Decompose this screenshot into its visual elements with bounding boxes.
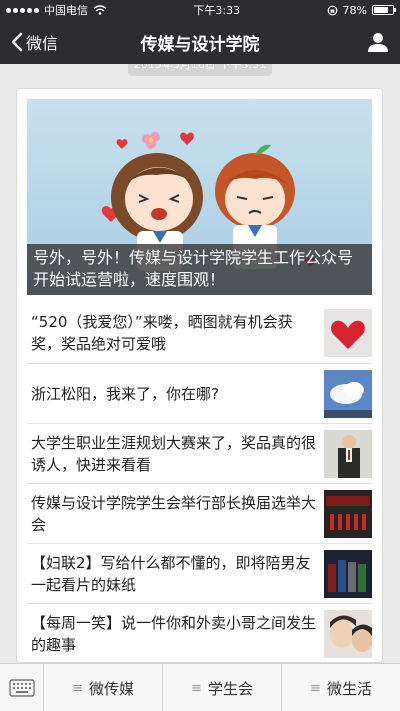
news-item[interactable]: 传媒与设计学院学生会举行部长换届选举大会 [27, 483, 372, 543]
status-left: 中国电信 [6, 2, 107, 18]
menu-icon: ≡ [191, 680, 202, 696]
page-title: 传媒与设计学院 [140, 34, 260, 55]
menu-weishenghuo-button[interactable]: ≡ 微生活 [282, 664, 400, 711]
battery-icon [372, 5, 396, 15]
stage-thumbnail [324, 489, 372, 538]
article-card: 号外，号外！传媒与设计学院学生工作公众号开始试运营啦，速度围观！ “520（我爱… [16, 88, 383, 663]
battery-fill [374, 7, 389, 13]
menu-icon: ≡ [72, 680, 83, 696]
keyboard-icon [8, 679, 35, 697]
status-right: 78% [327, 3, 396, 17]
heart-thumbnail [324, 309, 372, 357]
news-list: “520（我爱您）”来喽，晒图就有机会获奖，奖品绝对可爱哦 浙江松阳，我来了，你… [27, 303, 372, 663]
back-label: 微信 [26, 34, 59, 53]
wifi-icon [93, 5, 107, 15]
menu-weichuanmei-button[interactable]: ≡ 微传媒 [44, 664, 163, 711]
profile-icon[interactable] [366, 30, 390, 54]
news-title: 【每周一笑】说一件你和外卖小哥之间发生的趣事 [31, 613, 317, 654]
menu-label: 学生会 [207, 679, 253, 698]
bottom-menu-bar: ≡ 微传媒 ≡ 学生会 ≡ 微生活 [0, 663, 400, 711]
news-item[interactable]: 【每周一笑】说一件你和外卖小哥之间发生的趣事 [27, 603, 372, 663]
news-item[interactable]: “520（我爱您）”来喽，晒图就有机会获奖，奖品绝对可爱哦 [27, 303, 372, 363]
news-title: “520（我爱您）”来喽，晒图就有机会获奖，奖品绝对可爱哦 [31, 313, 293, 353]
cover-article[interactable]: 号外，号外！传媒与设计学院学生工作公众号开始试运营啦，速度围观！ [27, 99, 372, 295]
news-title: 传媒与设计学院学生会举行部长换届选举大会 [31, 493, 317, 534]
news-item[interactable]: 浙江松阳，我来了，你在哪? [27, 363, 372, 423]
chevron-left-icon [11, 32, 23, 52]
portrait-thumbnail [324, 609, 372, 658]
menu-xueshenghui-button[interactable]: ≡ 学生会 [163, 664, 282, 711]
status-time: 下午3:33 [193, 4, 241, 17]
speaker-thumbnail [324, 429, 372, 478]
nav-bar: 微信 传媒与设计学院 [0, 20, 400, 64]
news-title: 浙江松阳，我来了，你在哪? [31, 384, 219, 403]
rotation-lock-icon [327, 5, 337, 15]
signal-icon [6, 7, 39, 13]
movie-thumbnail [324, 549, 372, 598]
message-timestamp: 2015年5月18日 下午3:31 [0, 64, 400, 76]
news-item[interactable]: 【妇联2】写给什么都不懂的，即将陪男友一起看片的妹纸 [27, 543, 372, 603]
sky-thumbnail [324, 369, 372, 418]
status-bar: 中国电信 下午3:33 78% [0, 0, 400, 20]
news-item[interactable]: 大学生职业生涯规划大赛来了，奖品真的很诱人，快进来看看 [27, 423, 372, 483]
keyboard-toggle-button[interactable] [0, 664, 44, 711]
news-title: 【妇联2】写给什么都不懂的，即将陪男友一起看片的妹纸 [31, 553, 311, 594]
news-title: 大学生职业生涯规划大赛来了，奖品真的很诱人，快进来看看 [31, 433, 317, 474]
back-button[interactable]: 微信 [10, 20, 58, 64]
carrier-label: 中国电信 [44, 4, 88, 17]
menu-icon: ≡ [310, 680, 321, 696]
menu-label: 微生活 [326, 679, 372, 698]
battery-percent: 78% [342, 3, 367, 17]
cover-caption: 号外，号外！传媒与设计学院学生工作公众号开始试运营啦，速度围观！ [27, 244, 372, 295]
menu-label: 微传媒 [88, 679, 134, 698]
